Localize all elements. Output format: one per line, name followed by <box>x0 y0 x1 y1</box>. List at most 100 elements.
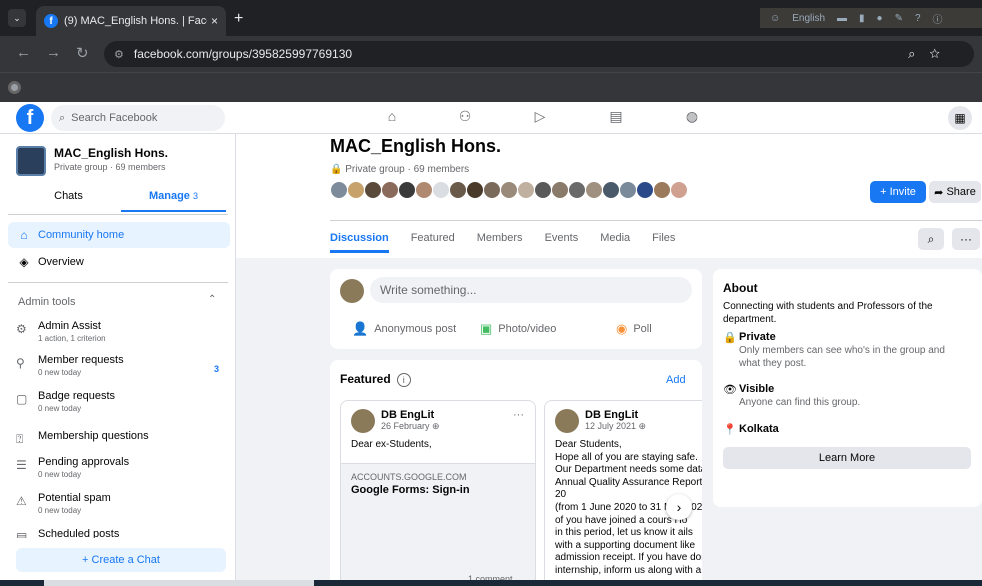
avatar[interactable] <box>330 181 348 199</box>
link-preview[interactable]: ACCOUNTS.GOOGLE.COM Google Forms: Sign-i… <box>341 463 535 586</box>
admin-item-title: Membership questions <box>38 430 149 442</box>
chevron-up-icon[interactable]: ⌃ <box>208 294 216 305</box>
zoom-bookmark-icons[interactable]: ⌕☆ <box>908 46 954 62</box>
photo-video-button[interactable]: ▣ Photo/video <box>480 321 556 337</box>
facebook-search-input[interactable]: ⌕ Search Facebook <box>51 105 225 131</box>
sidebar-item-overview[interactable]: ◈ Overview <box>8 249 230 275</box>
admin-item-membership-questions[interactable]: ⍰ Membership questions <box>16 430 226 447</box>
member-avatars[interactable] <box>330 181 688 199</box>
address-bar[interactable]: ⚙ facebook.com/groups/395825997769130 ⌕☆ <box>104 41 974 67</box>
post-author[interactable]: DB EngLit <box>585 409 638 421</box>
tab-close-icon[interactable]: × <box>211 14 218 28</box>
avatar[interactable] <box>483 181 501 199</box>
menu-grid-icon[interactable]: ▦ <box>948 106 972 130</box>
ext-pen-icon[interactable]: ✎ <box>895 13 903 24</box>
avatar[interactable] <box>351 409 375 433</box>
tab-events[interactable]: Events <box>545 232 579 253</box>
ext-help-icon[interactable]: ? <box>915 13 921 24</box>
sidebar-item-community-home[interactable]: ⌂ Community home <box>8 222 230 248</box>
poll-button[interactable]: ◉ Poll <box>616 321 652 337</box>
ext-mic-icon[interactable]: ▮ <box>859 13 865 24</box>
home-icon[interactable]: ⌂ <box>382 108 402 124</box>
post-author[interactable]: DB EngLit <box>381 409 434 421</box>
avatar[interactable] <box>415 181 433 199</box>
tab-chats[interactable]: Chats <box>16 190 121 212</box>
tab-files[interactable]: Files <box>652 232 675 253</box>
member-requests-badge: 3 <box>214 364 220 374</box>
learn-more-button[interactable]: Learn More <box>723 447 971 469</box>
avatar[interactable] <box>364 181 382 199</box>
marketplace-icon[interactable]: ▤ <box>606 108 626 125</box>
tab-manage[interactable]: Manage 3 <box>121 190 226 212</box>
group-header[interactable]: MAC_English Hons. Private group · 69 mem… <box>16 146 168 176</box>
avatar[interactable] <box>551 181 569 199</box>
tab-search-chevron-icon[interactable]: ⌄ <box>8 9 26 27</box>
about-visible: 👁 Visible Anyone can find this group. <box>723 383 961 410</box>
browser-tab-active[interactable]: f (9) MAC_English Hons. | Facebo × <box>36 6 226 36</box>
create-chat-button[interactable]: + Create a Chat <box>16 548 226 572</box>
tab-members[interactable]: Members <box>477 232 523 253</box>
reload-icon[interactable]: ↻ <box>76 44 89 62</box>
avatar[interactable] <box>555 409 579 433</box>
admin-item-scheduled-posts[interactable]: ▤ Scheduled posts <box>16 528 226 538</box>
tab-discussion[interactable]: Discussion <box>330 232 389 253</box>
admin-item-title: Admin Assist <box>38 320 101 332</box>
avatar[interactable] <box>347 181 365 199</box>
avatar[interactable] <box>534 181 552 199</box>
url-text[interactable]: facebook.com/groups/395825997769130 <box>134 47 352 61</box>
ext-circle-icon[interactable]: ● <box>877 13 883 24</box>
avatar[interactable] <box>636 181 654 199</box>
gaming-icon[interactable]: ◍ <box>682 108 702 125</box>
invite-button[interactable]: + Invite <box>870 181 926 203</box>
admin-item-potential-spam[interactable]: ⚠ Potential spam 0 new today <box>16 492 226 515</box>
forward-arrow-icon[interactable]: → <box>46 44 61 61</box>
write-something-input[interactable]: Write something... <box>370 277 692 303</box>
avatar[interactable] <box>585 181 603 199</box>
group-search-icon[interactable]: ⌕ <box>918 228 944 250</box>
avatar[interactable] <box>619 181 637 199</box>
avatar[interactable] <box>432 181 450 199</box>
ext-icon[interactable]: ☺ <box>770 13 780 24</box>
tab-media[interactable]: Media <box>600 232 630 253</box>
avatar[interactable] <box>602 181 620 199</box>
facebook-logo-icon[interactable]: f <box>16 104 44 132</box>
avatar[interactable] <box>670 181 688 199</box>
site-settings-icon[interactable]: ⚙ <box>114 48 124 61</box>
ext-language[interactable]: English <box>792 13 825 24</box>
carousel-next-arrow-icon[interactable]: › <box>666 494 692 520</box>
avatar[interactable] <box>500 181 518 199</box>
featured-post[interactable]: DB EngLit 26 February ⊕ ··· Dear ex-Stud… <box>340 400 536 586</box>
avatar[interactable] <box>381 181 399 199</box>
admin-item-badge-requests[interactable]: ▢ Badge requests 0 new today <box>16 390 226 413</box>
bookmark-icon[interactable] <box>8 81 21 94</box>
share-button[interactable]: ➦ Share <box>929 181 981 203</box>
avatar[interactable] <box>653 181 671 199</box>
anonymous-post-button[interactable]: 👤 Anonymous post <box>352 321 456 337</box>
info-icon[interactable]: i <box>396 373 411 387</box>
warning-icon: ⚠ <box>16 494 27 508</box>
tab-featured[interactable]: Featured <box>411 232 455 253</box>
taskbar-window[interactable] <box>44 580 314 586</box>
featured-post[interactable]: DB EngLit 12 July 2021 ⊕ Dear Students, … <box>544 400 702 586</box>
sidebar-tabs: Chats Manage 3 <box>16 190 226 212</box>
group-more-button[interactable]: ··· <box>952 228 980 250</box>
ext-minus-icon[interactable]: ▬ <box>837 13 847 24</box>
back-arrow-icon[interactable]: ← <box>16 44 31 61</box>
avatar[interactable] <box>466 181 484 199</box>
post-more-icon[interactable]: ··· <box>513 409 524 421</box>
admin-item-member-requests[interactable]: ⚲ Member requests 0 new today <box>16 354 226 377</box>
new-tab-button[interactable]: + <box>234 10 243 28</box>
overview-icon: ◈ <box>19 255 29 269</box>
friends-icon[interactable]: ⚇ <box>455 108 475 125</box>
ext-info-icon[interactable]: ⓘ <box>933 11 943 26</box>
watch-icon[interactable]: ▷ <box>530 108 550 125</box>
post-date[interactable]: 26 February ⊕ <box>381 421 440 432</box>
avatar[interactable] <box>517 181 535 199</box>
admin-item-pending-approvals[interactable]: ☰ Pending approvals 0 new today <box>16 456 226 479</box>
avatar[interactable] <box>398 181 416 199</box>
post-date[interactable]: 12 July 2021 ⊕ <box>585 421 646 432</box>
admin-item-admin-assist[interactable]: ⚙ Admin Assist 1 action, 1 criterion <box>16 320 226 343</box>
avatar[interactable] <box>449 181 467 199</box>
featured-add-button[interactable]: Add <box>666 374 686 386</box>
avatar[interactable] <box>568 181 586 199</box>
